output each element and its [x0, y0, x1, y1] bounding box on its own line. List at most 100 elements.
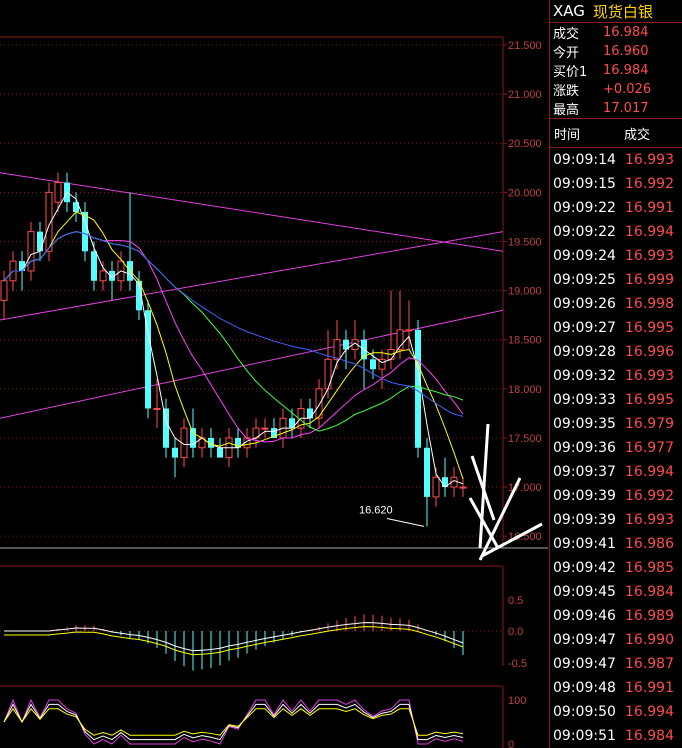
tick-time: 09:09:50: [553, 704, 616, 720]
candle-body: [415, 329, 421, 448]
tick-row: 09:09:47 16.987: [550, 652, 682, 676]
price-tick-label: 18.000: [508, 384, 542, 396]
tick-price: 16.987: [625, 656, 674, 672]
tick-time: 09:09:14: [553, 152, 616, 168]
kdj-k-line: [3, 703, 464, 741]
tick-price: 16.993: [625, 152, 674, 168]
quote-label: 买价1: [553, 65, 588, 80]
tick-time: 09:09:22: [553, 200, 616, 216]
quote-label: 最高: [553, 103, 580, 118]
kdj-axis-label: 100: [508, 695, 526, 707]
tick-row: 09:09:45 16.984: [550, 580, 682, 604]
tick-price: 16.993: [625, 248, 674, 264]
quote-row: 今开 16.960: [550, 42, 682, 61]
tick-row: 09:09:47 16.990: [550, 628, 682, 652]
ticks-header-time: 时间: [554, 127, 581, 143]
candle-body: [37, 231, 43, 252]
macd-axis-label: 0.0: [508, 626, 523, 638]
quote-value: 16.984: [603, 25, 649, 40]
tick-time: 09:09:47: [553, 632, 616, 648]
price-tick-label: 21.500: [508, 40, 542, 52]
tick-time: 09:09:36: [553, 440, 616, 456]
tick-time: 09:09:27: [553, 320, 616, 336]
candle-body: [324, 358, 332, 390]
tick-time: 09:09:26: [553, 296, 616, 312]
kline-chart[interactable]: 21.500 21.000 20.500 20.000 19.500 19.000 18.5…: [0, 0, 548, 748]
tick-price: 16.991: [625, 200, 674, 216]
kline-chart-panel[interactable]: 21.500 21.000 20.500 20.000 19.500 19.000 18.5…: [0, 0, 548, 748]
candle-body: [432, 476, 440, 498]
tick-row: 09:09:39 16.993: [550, 508, 682, 532]
tick-row: 09:09:41 16.986: [550, 532, 682, 556]
tick-price: 16.990: [625, 632, 674, 648]
quote-row: 买价1 16.984: [550, 61, 682, 80]
tick-row: 09:09:27 16.995: [550, 316, 682, 340]
tick-time: 09:09:22: [553, 224, 616, 240]
tick-row: 09:09:22 16.994: [550, 220, 682, 244]
candle-body: [54, 182, 62, 203]
tick-time: 09:09:42: [553, 560, 616, 576]
quote-value: 16.960: [603, 44, 649, 59]
candle-body: [172, 447, 178, 458]
quote-label: 涨跌: [553, 84, 580, 99]
trend-line: [0, 309, 504, 419]
tick-row: 09:09:42 16.985: [550, 556, 682, 580]
quote-label: 今开: [553, 46, 580, 61]
tick-time: 09:09:39: [553, 488, 616, 504]
candle-body: [27, 231, 35, 272]
tick-time: 09:09:33: [553, 392, 616, 408]
macd-dif-line: [4, 622, 464, 652]
instrument-header: XAG 现货白银: [550, 0, 682, 23]
tick-price: 16.991: [625, 680, 674, 696]
tick-row: 09:09:25 16.999: [550, 268, 682, 292]
tick-row: 09:09:33 16.995: [550, 388, 682, 412]
price-tick-label: 17.500: [508, 433, 542, 445]
low-price-label: 16.620: [359, 505, 393, 517]
price-tick-label: 20.000: [508, 187, 542, 199]
quote-side-panel: XAG 现货白银 成交 16.984 今开 16.960 买价1 16.984 涨跌 +…: [549, 0, 682, 748]
tick-time: 09:09:51: [553, 728, 616, 744]
tick-price: 16.985: [625, 560, 674, 576]
tick-time: 09:09:45: [553, 584, 616, 600]
low-marker-line: [386, 518, 425, 527]
candle-body: [153, 407, 161, 410]
candle-body: [289, 418, 295, 429]
candle-body: [145, 310, 151, 409]
candle-body: [99, 270, 107, 282]
candle-body: [82, 212, 88, 252]
candle-body: [91, 251, 97, 281]
quote-row: 最高 17.017: [550, 99, 682, 118]
candle-body: [19, 261, 25, 271]
price-tick-label: 18.500: [508, 335, 542, 347]
tick-row: 09:09:15 16.992: [550, 172, 682, 196]
tick-row: 09:09:48 16.991: [550, 676, 682, 700]
tick-price: 16.992: [625, 176, 674, 192]
tick-price: 16.986: [625, 536, 674, 552]
tick-price: 16.994: [625, 704, 674, 720]
tick-price: 16.995: [625, 320, 674, 336]
tick-price: 16.994: [625, 224, 674, 240]
tick-time: 09:09:24: [553, 248, 616, 264]
ticks-list[interactable]: 09:09:14 16.993 09:09:15 16.992 09:09:22 16.9…: [550, 148, 682, 748]
price-tick-label: 19.500: [508, 236, 542, 248]
quote-value: 17.017: [603, 101, 649, 116]
candle-body: [217, 447, 223, 458]
tick-price: 16.992: [625, 488, 674, 504]
ticks-header-price: 成交: [624, 127, 651, 143]
tick-row: 09:09:39 16.992: [550, 484, 682, 508]
candle-body: [163, 408, 169, 448]
candle-body: [261, 427, 269, 430]
tick-row: 09:09:22 16.991: [550, 196, 682, 220]
quote-row: 成交 16.984: [550, 23, 682, 42]
kdj-axis-label: 0: [508, 739, 514, 748]
tick-price: 16.979: [625, 416, 674, 432]
instrument-name: 现货白银: [592, 2, 653, 21]
price-tick-label: 20.500: [508, 138, 542, 150]
candle-body: [459, 486, 467, 489]
tick-price: 16.994: [625, 464, 674, 480]
tick-time: 09:09:48: [553, 680, 616, 696]
tick-time: 09:09:37: [553, 464, 616, 480]
tick-time: 09:09:32: [553, 368, 616, 384]
tick-time: 09:09:39: [553, 512, 616, 528]
kdj-j-line: [3, 698, 464, 745]
